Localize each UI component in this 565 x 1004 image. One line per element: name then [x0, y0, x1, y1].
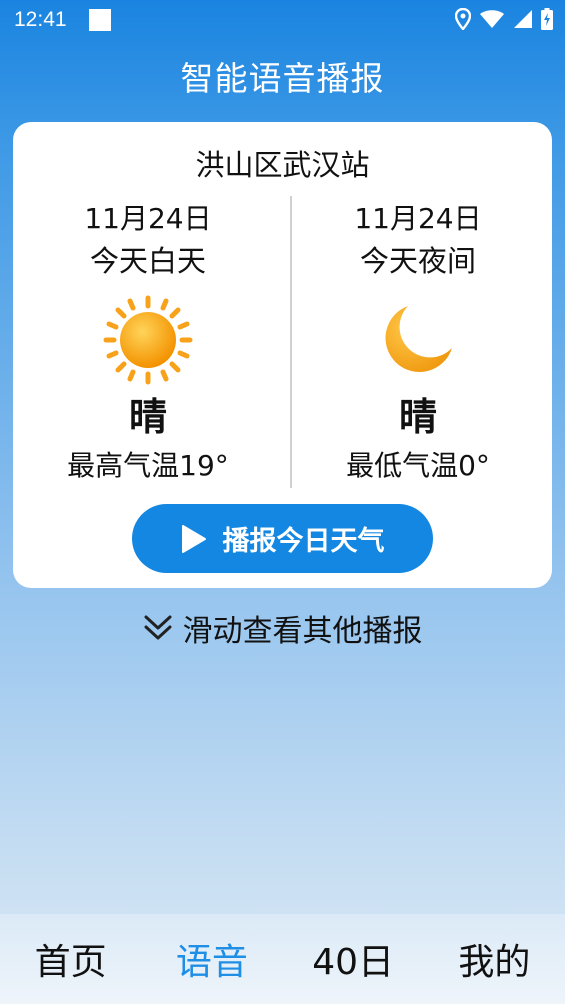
swipe-hint-label: 滑动查看其他播报: [182, 614, 423, 649]
day-temp-high: 最高气温19°: [67, 449, 229, 482]
night-date: 11月24日: [354, 202, 482, 235]
weather-card: 洪山区武汉站 11月24日 今天白天 晴 最高气温19° 11月24日 今天夜间…: [13, 122, 552, 588]
nav-40-day[interactable]: 40日: [283, 933, 424, 985]
location-icon: [454, 7, 472, 35]
battery-icon: [541, 8, 553, 35]
play-icon: [181, 524, 207, 554]
double-chevron-down-icon: [143, 613, 173, 643]
day-condition: 晴: [128, 395, 167, 439]
night-forecast: 11月24日 今天夜间 晴 最低气温0°: [283, 200, 553, 486]
night-temp-low: 最低气温0°: [346, 449, 490, 482]
play-weather-button[interactable]: 播报今日天气: [132, 504, 433, 573]
play-button-label: 播报今日天气: [222, 526, 385, 557]
day-period: 今天白天: [89, 244, 206, 278]
status-bar: 12:41: [0, 0, 565, 40]
swipe-hint[interactable]: 滑动查看其他播报: [0, 606, 565, 650]
status-icons: [454, 7, 553, 35]
nav-mine[interactable]: 我的: [424, 933, 565, 985]
nav-voice[interactable]: 语音: [141, 933, 282, 985]
moon-icon: [283, 290, 553, 390]
night-period: 今天夜间: [359, 244, 476, 278]
page-title: 智能语音播报: [180, 59, 385, 98]
nav-home[interactable]: 首页: [0, 933, 141, 985]
bottom-nav: 首页 语音 40日 我的: [0, 914, 565, 1004]
signal-icon: [513, 9, 533, 34]
day-date: 11月24日: [84, 202, 212, 235]
status-time: 12:41: [14, 8, 67, 31]
day-forecast: 11月24日 今天白天 晴 最高气温19°: [13, 200, 283, 486]
station-name: 洪山区武汉站: [195, 148, 370, 182]
night-condition: 晴: [398, 395, 437, 439]
wifi-icon: [479, 9, 505, 34]
notification-icon: [88, 9, 111, 31]
sun-icon: [13, 290, 283, 390]
